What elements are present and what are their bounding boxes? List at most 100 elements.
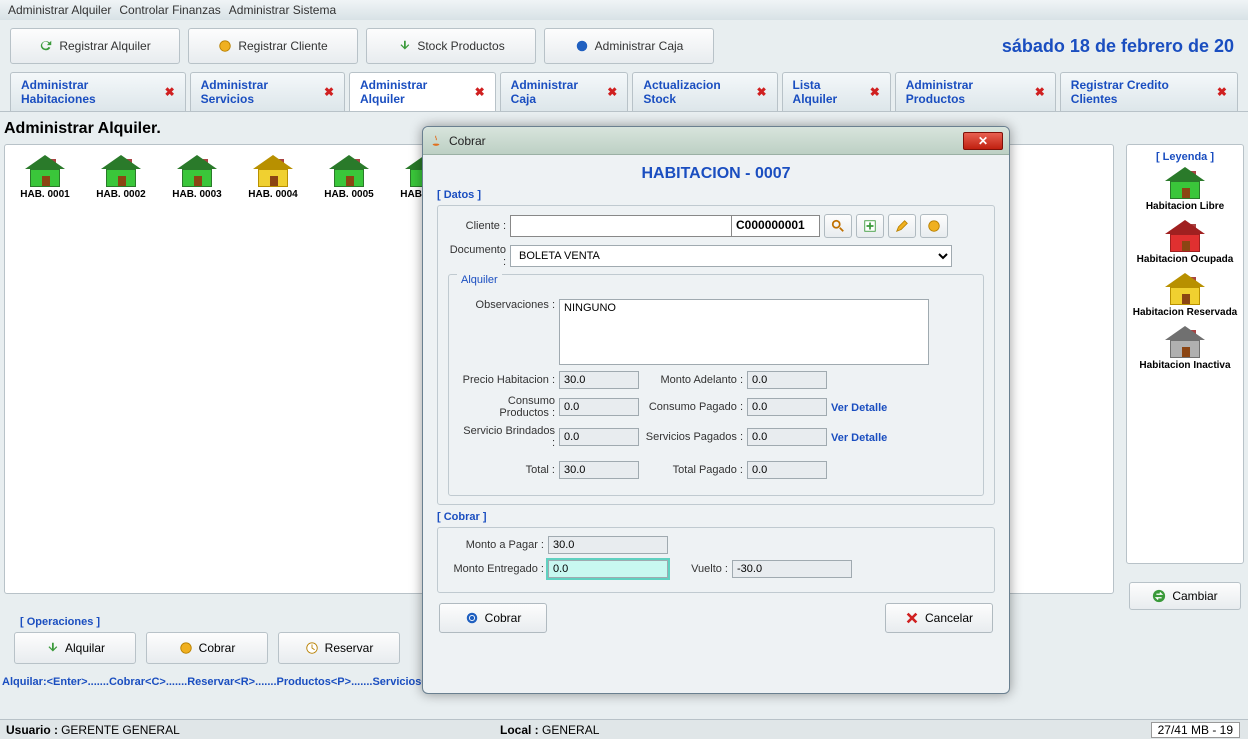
- dialog-close-button[interactable]: ✕: [963, 132, 1003, 150]
- tab-label: Administrar Productos: [906, 78, 1029, 106]
- cliente-label: Cliente :: [448, 220, 506, 232]
- menu-item[interactable]: Controlar Finanzas: [115, 3, 224, 17]
- alquilar-button[interactable]: Alquilar: [14, 632, 136, 664]
- house-icon: [1165, 275, 1205, 305]
- cliente-name-input[interactable]: [511, 216, 731, 236]
- view-client-button[interactable]: [920, 214, 948, 238]
- documento-select[interactable]: BOLETA VENTA: [510, 245, 952, 267]
- swap-icon: [1152, 589, 1166, 603]
- house-icon: [25, 157, 65, 187]
- menubar: Administrar Alquiler Controlar Finanzas …: [0, 0, 1248, 20]
- room-label: HAB. 0003: [172, 189, 221, 200]
- menu-item[interactable]: Administrar Sistema: [225, 3, 340, 17]
- legend-label: Habitacion Reservada: [1133, 307, 1238, 318]
- room-label: HAB. 0005: [324, 189, 373, 200]
- precio-label: Precio Habitacion :: [459, 374, 555, 386]
- java-icon: [429, 134, 443, 148]
- button-label: Cancelar: [925, 611, 973, 625]
- room-item[interactable]: HAB. 0005: [321, 157, 377, 200]
- search-icon: [831, 219, 845, 233]
- reservar-button[interactable]: Reservar: [278, 632, 400, 664]
- tab[interactable]: Administrar Alquiler✖: [349, 72, 496, 111]
- cancel-icon: [905, 611, 919, 625]
- total-pagado-value: [747, 461, 827, 479]
- dialog-titlebar[interactable]: Cobrar ✕: [423, 127, 1009, 155]
- legend-label: Habitacion Libre: [1146, 201, 1224, 212]
- total-label: Total :: [459, 464, 555, 476]
- button-label: Cobrar: [485, 611, 522, 625]
- close-icon[interactable]: ✖: [1035, 85, 1045, 99]
- close-icon[interactable]: ✖: [870, 85, 880, 99]
- tab[interactable]: Administrar Productos ✖: [895, 72, 1056, 111]
- legend-label: Habitacion Ocupada: [1137, 254, 1234, 265]
- tab[interactable]: Registrar Credito Clientes✖: [1060, 72, 1238, 111]
- edit-client-button[interactable]: [888, 214, 916, 238]
- close-icon[interactable]: ✖: [475, 85, 485, 99]
- tab-label: Actualizacion Stock: [643, 78, 750, 106]
- legend-item: Habitacion Inactiva: [1131, 328, 1239, 371]
- coin-icon: [179, 641, 193, 655]
- room-item[interactable]: HAB. 0002: [93, 157, 149, 200]
- alquiler-fieldset: Alquiler Observaciones : NINGUNO Precio …: [448, 274, 984, 496]
- ver-detalle-link[interactable]: Ver Detalle: [831, 402, 887, 414]
- house-icon: [1165, 328, 1205, 358]
- vuelto-value: [732, 560, 852, 578]
- button-label: Cambiar: [1172, 589, 1217, 603]
- refresh-icon: [465, 611, 479, 625]
- stock-productos-button[interactable]: Stock Productos: [366, 28, 536, 64]
- download-icon: [397, 39, 411, 53]
- clock-icon: [305, 641, 319, 655]
- tab[interactable]: Actualizacion Stock ✖: [632, 72, 777, 111]
- legend-item: Habitacion Libre: [1131, 169, 1239, 212]
- vuelto-label: Vuelto :: [672, 563, 728, 575]
- monto-entregado-label: Monto Entregado :: [448, 563, 544, 575]
- usuario-label: Usuario :: [6, 723, 58, 737]
- tab[interactable]: Administrar Servicios ✖: [190, 72, 345, 111]
- monto-pagar-label: Monto a Pagar :: [448, 539, 544, 551]
- consumo-pagado-value: [747, 398, 827, 416]
- dialog-cobrar-button[interactable]: Cobrar: [439, 603, 547, 633]
- search-client-button[interactable]: [824, 214, 852, 238]
- servicio-pagado-value: [747, 428, 827, 446]
- room-item[interactable]: HAB. 0004: [245, 157, 301, 200]
- button-label: Registrar Alquiler: [59, 39, 150, 53]
- room-item[interactable]: HAB. 0003: [169, 157, 225, 200]
- add-client-button[interactable]: [856, 214, 884, 238]
- ver-detalle-link[interactable]: Ver Detalle: [831, 432, 887, 444]
- legend-item: Habitacion Reservada: [1131, 275, 1239, 318]
- local-value: GENERAL: [542, 723, 599, 737]
- tab-label: Administrar Habitaciones: [21, 78, 159, 106]
- refresh-icon: [39, 39, 53, 53]
- close-icon[interactable]: ✖: [165, 85, 175, 99]
- cobrar-button[interactable]: Cobrar: [146, 632, 268, 664]
- status-bar: Usuario : GERENTE GENERAL Local : GENERA…: [0, 719, 1248, 739]
- tab[interactable]: Administrar Habitaciones ✖: [10, 72, 186, 111]
- button-label: Administrar Caja: [595, 39, 684, 53]
- close-icon[interactable]: ✖: [324, 85, 334, 99]
- observaciones-input[interactable]: NINGUNO: [559, 299, 929, 365]
- room-label: HAB. 0004: [248, 189, 297, 200]
- room-label: HAB. 0001: [20, 189, 69, 200]
- close-icon[interactable]: ✖: [607, 85, 617, 99]
- room-label: HAB. 0002: [96, 189, 145, 200]
- dialog-cancelar-button[interactable]: Cancelar: [885, 603, 993, 633]
- close-icon[interactable]: ✖: [1217, 85, 1227, 99]
- registrar-cliente-button[interactable]: Registrar Cliente: [188, 28, 358, 64]
- close-icon[interactable]: ✖: [756, 85, 766, 99]
- room-item[interactable]: HAB. 0001: [17, 157, 73, 200]
- house-icon: [253, 157, 293, 187]
- registrar-alquiler-button[interactable]: Registrar Alquiler: [10, 28, 180, 64]
- dialog-header: HABITACION - 0007: [437, 161, 995, 185]
- tab[interactable]: Administrar Caja ✖: [500, 72, 629, 111]
- adelanto-value: [747, 371, 827, 389]
- documento-label: Documento :: [448, 244, 506, 268]
- globe-icon: [575, 39, 589, 53]
- administrar-caja-button[interactable]: Administrar Caja: [544, 28, 714, 64]
- monto-entregado-input[interactable]: [548, 560, 668, 578]
- menu-item[interactable]: Administrar Alquiler: [4, 3, 115, 17]
- plus-icon: [863, 219, 877, 233]
- tab-label: Administrar Caja: [511, 78, 602, 106]
- tab-label: Administrar Servicios: [201, 78, 318, 106]
- tab[interactable]: Lista Alquiler✖: [782, 72, 891, 111]
- cambiar-button[interactable]: Cambiar: [1129, 582, 1241, 610]
